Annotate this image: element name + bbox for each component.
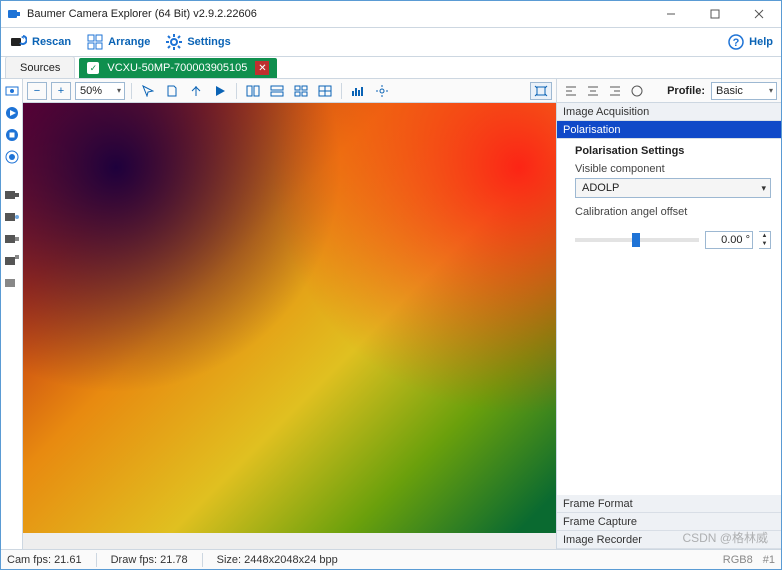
status-format: RGB8 [723, 554, 753, 566]
settings-button[interactable]: Settings [166, 34, 230, 50]
minimize-button[interactable] [649, 1, 693, 27]
status-flag: #1 [763, 554, 775, 566]
visible-component-label: Visible component [575, 163, 771, 175]
section-image-acquisition[interactable]: Image Acquisition [557, 103, 781, 121]
zoom-in-button[interactable]: + [51, 82, 71, 100]
help-label: Help [749, 36, 773, 48]
tool-play-icon[interactable] [210, 82, 230, 100]
tab-sources-label: Sources [20, 62, 60, 74]
visible-component-value: ADOLP [582, 182, 619, 194]
window-buttons [649, 1, 781, 27]
section-frame-capture[interactable]: Frame Capture [557, 513, 781, 531]
tool-page-icon[interactable] [162, 82, 182, 100]
spin-down-icon[interactable]: ▼ [759, 240, 770, 248]
strip-play-icon[interactable] [4, 105, 20, 121]
arrange-label: Arrange [108, 36, 150, 48]
image-viewport[interactable] [23, 103, 556, 549]
app-window: Baumer Camera Explorer (64 Bit) v2.9.2.2… [0, 0, 782, 570]
slider-thumb[interactable] [632, 233, 640, 247]
help-button[interactable]: ? Help [728, 34, 773, 50]
gear-icon [166, 34, 182, 50]
app-icon [7, 7, 21, 21]
visible-component-select[interactable]: ADOLP [575, 178, 771, 198]
status-size: Size: 2448x2048x24 bpp [217, 554, 338, 566]
center-column: − + 50% [23, 79, 556, 549]
align-center-icon[interactable] [583, 82, 603, 100]
polarisation-settings-heading: Polarisation Settings [557, 139, 781, 161]
tool-flip-icon[interactable] [186, 82, 206, 100]
tool-grid2-icon[interactable] [267, 82, 287, 100]
close-button[interactable] [737, 1, 781, 27]
body: − + 50% [1, 79, 781, 549]
tool-pointer-icon[interactable] [138, 82, 158, 100]
tool-grid3-icon[interactable] [291, 82, 311, 100]
section-image-recorder[interactable]: Image Recorder [557, 531, 781, 549]
zoom-out-button[interactable]: − [27, 82, 47, 100]
config-icon[interactable] [627, 82, 647, 100]
calibration-offset-value: 0.00 ° [721, 234, 750, 246]
tab-close-icon[interactable]: ✕ [255, 61, 269, 75]
zoom-value: 50% [80, 85, 102, 97]
profile-select[interactable]: Basic [711, 82, 777, 100]
tab-camera-label: VCXU-50MP-700003905105 [107, 62, 247, 74]
profile-value: Basic [716, 85, 743, 97]
arrange-button[interactable]: Arrange [87, 34, 150, 50]
status-cam-fps: Cam fps: 21.61 [7, 554, 82, 566]
right-panel-toolbar: Profile: Basic [557, 79, 781, 103]
calibration-offset-label: Calibration angel offset [575, 206, 771, 218]
calibration-offset-input[interactable]: 0.00 ° [705, 231, 753, 249]
calibration-offset-spin[interactable]: ▲▼ [759, 231, 771, 249]
window-title: Baumer Camera Explorer (64 Bit) v2.9.2.2… [27, 8, 649, 20]
tool-grid4-icon[interactable] [315, 82, 335, 100]
rendered-image [23, 103, 556, 533]
align-left-icon[interactable] [561, 82, 581, 100]
strip-screenshot-icon[interactable] [4, 83, 20, 99]
strip-camera3-icon[interactable] [4, 231, 20, 247]
calibration-offset-slider[interactable] [575, 238, 699, 242]
tool-histogram-icon[interactable] [348, 82, 368, 100]
check-icon: ✓ [87, 62, 99, 74]
rescan-button[interactable]: Rescan [9, 33, 71, 51]
right-panel: Profile: Basic Image Acquisition Polaris… [556, 79, 781, 549]
section-frame-format[interactable]: Frame Format [557, 495, 781, 513]
strip-camera2-icon[interactable] [4, 209, 20, 225]
help-icon: ? [728, 34, 744, 50]
strip-camera5-icon[interactable] [4, 275, 20, 291]
tab-sources[interactable]: Sources [5, 56, 75, 78]
settings-accordion: Image Acquisition Polarisation Polarisat… [557, 103, 781, 549]
svg-text:?: ? [733, 37, 740, 49]
tool-gear-icon[interactable] [372, 82, 392, 100]
left-strip [1, 79, 23, 549]
spin-up-icon[interactable]: ▲ [759, 232, 770, 240]
image-toolbar: − + 50% [23, 79, 556, 103]
profile-label: Profile: [667, 85, 705, 97]
section-polarisation[interactable]: Polarisation [557, 121, 781, 139]
rescan-label: Rescan [32, 36, 71, 48]
main-toolbar: Rescan Arrange Settings ? Help [1, 27, 781, 57]
status-bar: Cam fps: 21.61 Draw fps: 21.78 Size: 244… [1, 549, 781, 569]
strip-record-icon[interactable] [4, 149, 20, 165]
tool-grid1-icon[interactable] [243, 82, 263, 100]
tool-stretch-icon[interactable] [530, 82, 552, 100]
strip-camera4-icon[interactable] [4, 253, 20, 269]
maximize-button[interactable] [693, 1, 737, 27]
rescan-icon [9, 33, 27, 51]
strip-stop-icon[interactable] [4, 127, 20, 143]
strip-camera1-icon[interactable] [4, 187, 20, 203]
status-draw-fps: Draw fps: 21.78 [111, 554, 188, 566]
zoom-select[interactable]: 50% [75, 82, 125, 100]
tabs-row: Sources ✓ VCXU-50MP-700003905105 ✕ [1, 57, 781, 79]
settings-label: Settings [187, 36, 230, 48]
arrange-icon [87, 34, 103, 50]
section-polarisation-body: Polarisation Settings Visible component … [557, 139, 781, 495]
titlebar: Baumer Camera Explorer (64 Bit) v2.9.2.2… [1, 1, 781, 27]
tab-camera[interactable]: ✓ VCXU-50MP-700003905105 ✕ [79, 58, 277, 78]
align-right-icon[interactable] [605, 82, 625, 100]
